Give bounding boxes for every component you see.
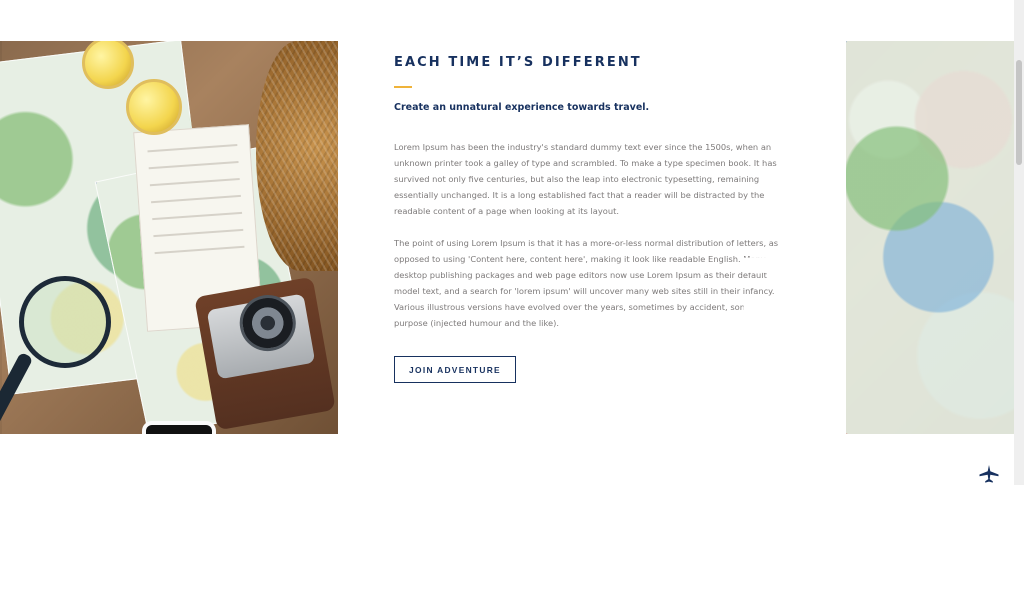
phone <box>142 421 216 434</box>
magnifier-glass <box>19 276 111 368</box>
page-scrollbar[interactable] <box>1014 0 1024 485</box>
travel-collage-left-image <box>0 41 338 434</box>
sunglasses-lens-right <box>126 79 182 135</box>
section-subheading: Create an unnatural experience towards t… <box>394 102 650 113</box>
paragraph-1: Lorem Ipsum has been the industry's stan… <box>394 142 777 217</box>
travel-collage-right-image <box>846 41 1014 434</box>
join-adventure-button[interactable]: JOIN ADVENTURE <box>394 356 516 383</box>
vertical-travel-word-text: TRAVEL <box>725 238 818 590</box>
section-heading: EACH TIME IT’S DIFFERENT <box>394 55 642 70</box>
vintage-camera <box>194 276 336 431</box>
vertical-travel-word: TRAVEL <box>725 238 818 590</box>
right-map-paper <box>846 41 1014 434</box>
scrollbar-thumb[interactable] <box>1016 60 1022 165</box>
plane-icon[interactable] <box>976 464 1002 484</box>
heading-accent-line <box>394 86 412 88</box>
